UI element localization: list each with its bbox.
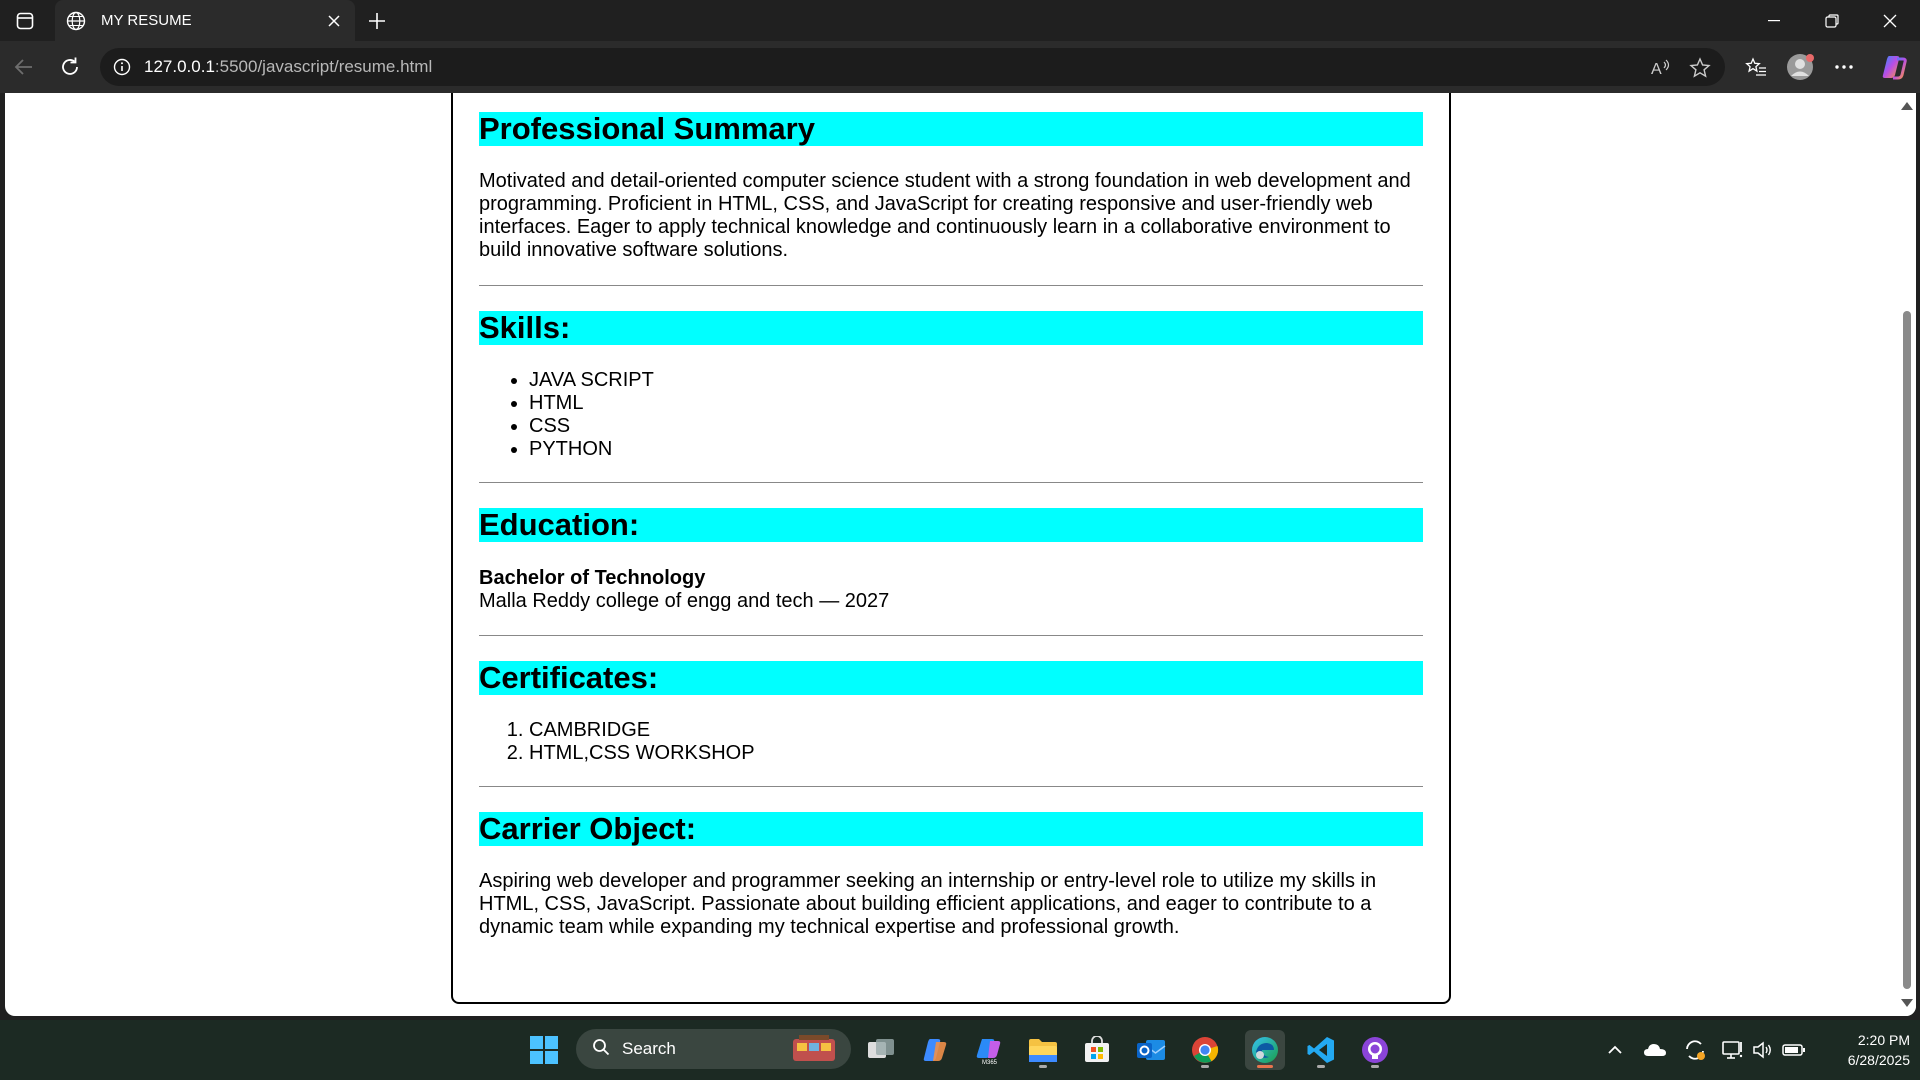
sync-icon[interactable] xyxy=(1683,1038,1707,1062)
running-indicator xyxy=(1039,1065,1047,1068)
taskbar-search[interactable]: Search xyxy=(576,1029,851,1069)
start-icon[interactable] xyxy=(524,1030,564,1070)
refresh-icon[interactable] xyxy=(54,51,86,83)
resume-container: Professional Summary Motivated and detai… xyxy=(451,93,1451,1004)
section-divider xyxy=(479,285,1423,286)
section-divider xyxy=(479,482,1423,483)
github-desktop-icon[interactable] xyxy=(1355,1030,1395,1070)
globe-icon xyxy=(65,10,87,32)
close-window-icon[interactable] xyxy=(1861,0,1919,41)
back-icon[interactable] xyxy=(8,51,40,83)
objective-heading: Carrier Object: xyxy=(479,812,1423,846)
education-heading: Education: xyxy=(479,508,1423,542)
running-indicator xyxy=(1317,1065,1325,1068)
clock-time: 2:20 PM xyxy=(1857,1032,1910,1048)
scroll-thumb[interactable] xyxy=(1903,311,1911,989)
svg-text:A: A xyxy=(1651,61,1662,78)
search-icon xyxy=(592,1038,610,1061)
profile-avatar[interactable] xyxy=(1784,51,1816,83)
skill-item: PYTHON xyxy=(529,438,1423,461)
education-degree: Bachelor of Technology xyxy=(479,567,706,589)
file-explorer-icon[interactable] xyxy=(1023,1030,1063,1070)
url-text[interactable]: 127.0.0.1:5500/javascript/resume.html xyxy=(144,57,432,77)
microsoft-store-icon[interactable] xyxy=(1077,1030,1117,1070)
vertical-scrollbar[interactable] xyxy=(1898,93,1916,1016)
task-view-icon[interactable] xyxy=(861,1030,901,1070)
browser-titlebar: MY RESUME xyxy=(0,0,1920,41)
clock-date: 6/28/2025 xyxy=(1847,1052,1910,1068)
favorite-star-icon[interactable] xyxy=(1687,55,1713,81)
certificate-item: HTML,CSS WORKSHOP xyxy=(529,742,1423,765)
certificates-heading: Certificates: xyxy=(479,661,1423,695)
running-indicator xyxy=(1201,1065,1209,1068)
more-options-icon[interactable] xyxy=(1828,51,1860,83)
chevron-up-icon[interactable] xyxy=(1603,1038,1627,1062)
copilot-taskbar-icon[interactable] xyxy=(915,1030,955,1070)
objective-text: Aspiring web developer and programmer se… xyxy=(479,870,1377,938)
network-icon[interactable] xyxy=(1721,1038,1745,1062)
active-indicator xyxy=(1257,1065,1273,1068)
certificates-list: CAMBRIDGE HTML,CSS WORKSHOP xyxy=(479,719,1423,765)
section-divider xyxy=(479,635,1423,636)
education-college: Malla Reddy college of engg and tech — 2… xyxy=(479,590,890,612)
skills-heading: Skills: xyxy=(479,311,1423,345)
minimize-icon[interactable] xyxy=(1745,0,1803,41)
skill-item: JAVA SCRIPT xyxy=(529,369,1423,392)
favorites-icon[interactable] xyxy=(1740,51,1772,83)
browser-toolbar: 127.0.0.1:5500/javascript/resume.html A xyxy=(0,41,1920,93)
browser-tab[interactable]: MY RESUME xyxy=(55,0,355,41)
battery-icon[interactable] xyxy=(1782,1038,1806,1062)
summary-heading: Professional Summary xyxy=(479,112,1423,146)
tab-title: MY RESUME xyxy=(101,12,192,29)
search-highlight-icon xyxy=(789,1033,839,1070)
certificate-item: CAMBRIDGE xyxy=(529,719,1423,742)
read-aloud-icon[interactable]: A xyxy=(1648,55,1674,81)
m365-icon[interactable]: M365 xyxy=(969,1030,1009,1070)
scroll-down-icon[interactable] xyxy=(1901,999,1913,1007)
running-indicator xyxy=(1371,1065,1379,1068)
site-info-icon[interactable] xyxy=(112,57,132,77)
address-bar[interactable]: 127.0.0.1:5500/javascript/resume.html A xyxy=(100,48,1725,86)
skills-list: JAVA SCRIPT HTML CSS PYTHON xyxy=(479,369,1423,461)
copilot-icon[interactable] xyxy=(1878,51,1910,83)
tab-actions-icon[interactable] xyxy=(10,8,40,34)
scroll-up-icon[interactable] xyxy=(1901,102,1913,110)
restore-icon[interactable] xyxy=(1803,0,1861,41)
url-host: 127.0.0.1 xyxy=(144,57,215,76)
summary-text: Motivated and detail-oriented computer s… xyxy=(479,170,1411,261)
search-label: Search xyxy=(622,1039,676,1058)
svg-text:M365: M365 xyxy=(982,1060,998,1065)
taskbar-clock[interactable]: 2:20 PM 6/28/2025 xyxy=(1820,1030,1910,1070)
windows-taskbar: Search M365 2:20 PM 6/28/2025 xyxy=(0,1020,1920,1080)
edge-icon[interactable] xyxy=(1245,1030,1285,1070)
page-viewport: Professional Summary Motivated and detai… xyxy=(5,93,1916,1016)
onedrive-icon[interactable] xyxy=(1643,1038,1667,1062)
url-path: :5500/javascript/resume.html xyxy=(214,57,433,76)
new-tab-button[interactable] xyxy=(362,6,392,36)
volume-icon[interactable] xyxy=(1751,1038,1775,1062)
section-divider xyxy=(479,786,1423,787)
outlook-icon[interactable] xyxy=(1131,1030,1171,1070)
vscode-icon[interactable] xyxy=(1301,1030,1341,1070)
close-tab-icon[interactable] xyxy=(323,10,345,32)
chrome-icon[interactable] xyxy=(1185,1030,1225,1070)
skill-item: HTML xyxy=(529,392,1423,415)
skill-item: CSS xyxy=(529,415,1423,438)
